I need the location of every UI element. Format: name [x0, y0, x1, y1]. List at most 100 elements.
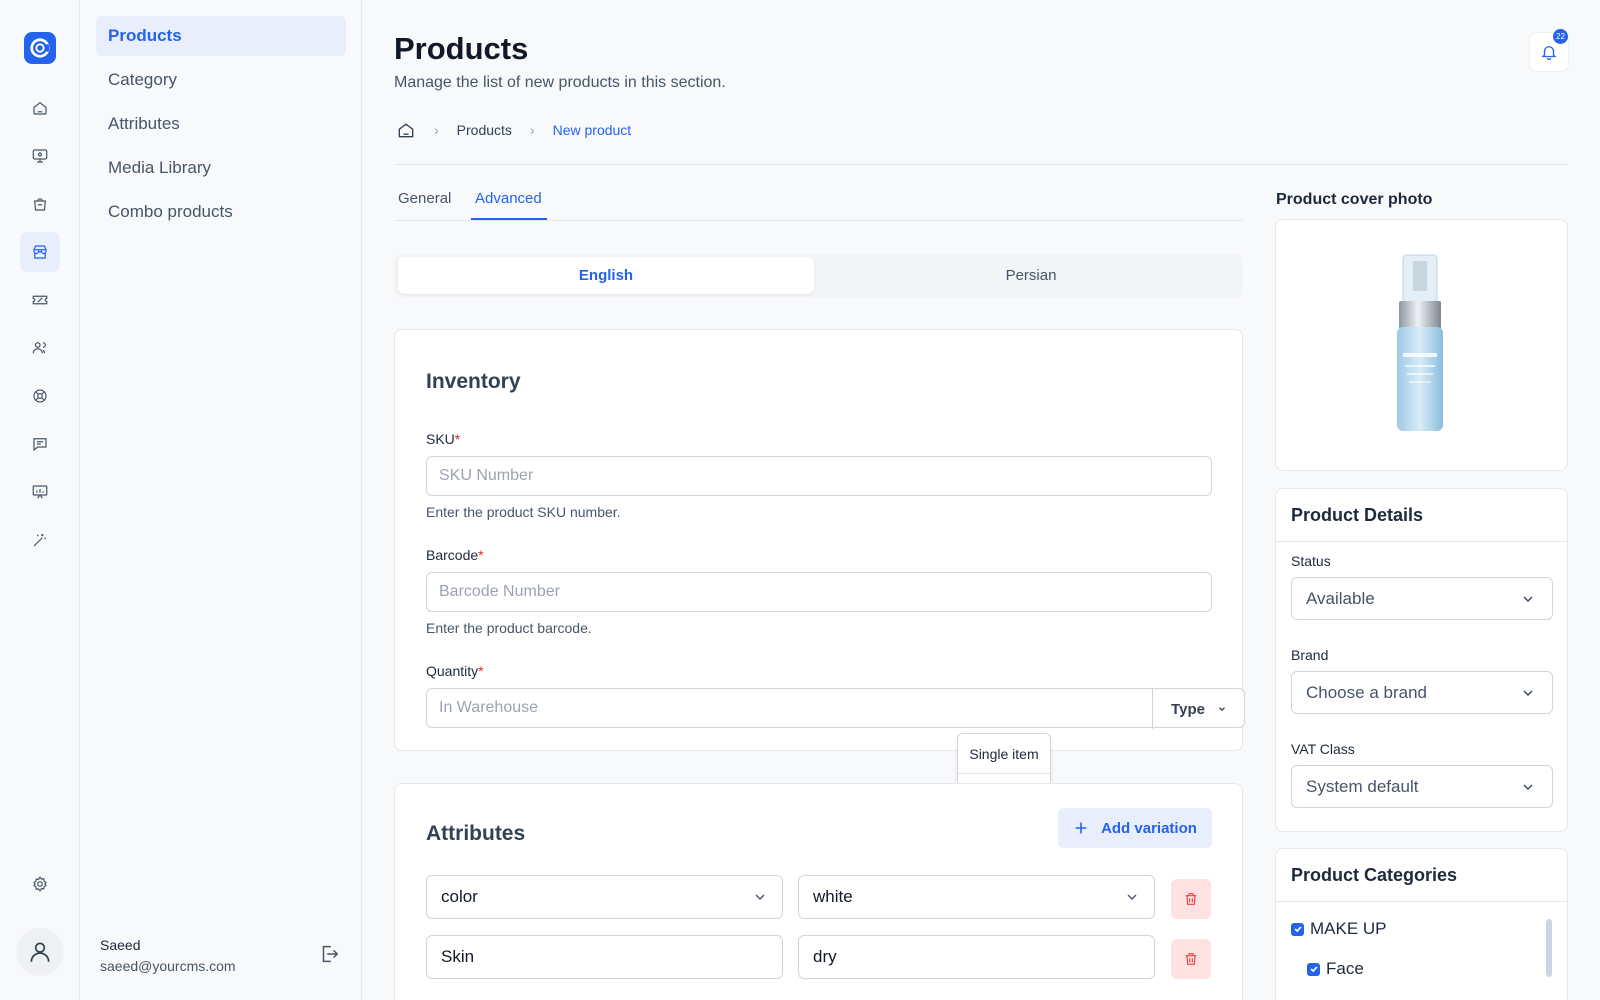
product-photo: [1397, 254, 1443, 431]
category-label: MAKE UP: [1310, 919, 1387, 938]
cover-photo-card[interactable]: [1275, 219, 1568, 471]
user-name: Saeed: [100, 937, 141, 953]
users-icon[interactable]: [20, 328, 60, 368]
vat-class-select[interactable]: System default: [1291, 765, 1553, 808]
product-categories-title: Product Categories: [1276, 849, 1567, 902]
support-icon[interactable]: [20, 376, 60, 416]
quantity-type-select[interactable]: Type: [1152, 689, 1245, 729]
trash-icon: [1185, 953, 1197, 965]
sku-placeholder: SKU Number: [439, 467, 534, 484]
breadcrumb-new-product: New product: [552, 122, 632, 138]
bell-icon: [1541, 46, 1557, 61]
inventory-title: Inventory: [426, 370, 521, 393]
product-details-title: Product Details: [1276, 489, 1567, 542]
language-switcher: English Persian: [394, 254, 1243, 298]
required-marker: *: [478, 663, 484, 679]
chevron-down-icon: [1127, 894, 1137, 900]
home-icon[interactable]: [396, 120, 416, 140]
checkbox-checked-icon[interactable]: [1291, 922, 1304, 936]
vat-class-label: VAT Class: [1291, 741, 1355, 757]
attribute-value-input[interactable]: dry: [798, 935, 1155, 979]
language-persian[interactable]: Persian: [823, 257, 1239, 294]
ticket-icon[interactable]: [20, 280, 60, 320]
sidebar-item-products[interactable]: Products: [96, 16, 346, 56]
notification-count-badge: 22: [1553, 29, 1568, 44]
sku-input[interactable]: SKU Number: [426, 456, 1212, 496]
quantity-label: Quantity*: [426, 663, 484, 679]
trash-icon: [1185, 893, 1197, 905]
dashboard-icon[interactable]: [20, 136, 60, 176]
store-icon[interactable]: [20, 232, 60, 272]
attribute-value-select[interactable]: white: [798, 875, 1155, 919]
quantity-input[interactable]: In Warehouse Type: [426, 688, 1245, 729]
brand-select[interactable]: Choose a brand: [1291, 671, 1553, 714]
status-value: Available: [1306, 588, 1375, 608]
chevron-down-icon: [1523, 784, 1533, 790]
chevron-down-icon: [1219, 707, 1225, 712]
attribute-value-value: dry: [813, 947, 837, 966]
checkbox-checked-icon[interactable]: [1307, 962, 1320, 976]
app-logo[interactable]: [24, 32, 56, 64]
brand-label: Brand: [1291, 647, 1329, 663]
sidebar-item-category[interactable]: Category: [96, 60, 346, 100]
avatar[interactable]: [16, 928, 64, 976]
plus-icon: [1075, 822, 1087, 834]
shopping-bag-icon[interactable]: [20, 184, 60, 224]
breadcrumb-products[interactable]: Products: [457, 122, 512, 138]
chat-icon[interactable]: [20, 424, 60, 464]
category-item[interactable]: MAKE UP: [1291, 919, 1387, 939]
inventory-card: Inventory SKU* SKU Number Enter the prod…: [394, 329, 1245, 751]
chevron-down-icon: [1523, 596, 1533, 602]
category-item[interactable]: Face: [1307, 959, 1364, 979]
sidebar-item-combo-products[interactable]: Combo products: [96, 192, 346, 232]
breadcrumb: › Products › New product: [396, 118, 631, 142]
required-marker: *: [478, 547, 484, 563]
attribute-key-value: color: [441, 887, 478, 906]
icon-rail: [0, 0, 80, 1000]
product-categories-card: Product Categories MAKE UP Face: [1275, 848, 1568, 1000]
chevron-right-icon: ›: [529, 122, 535, 138]
chevron-right-icon: ›: [434, 122, 439, 138]
tab-active-indicator: [471, 218, 547, 220]
sidebar-item-attributes[interactable]: Attributes: [96, 104, 346, 144]
user-email: saeed@yourcms.com: [100, 958, 236, 974]
vat-class-value: System default: [1306, 776, 1419, 796]
page-title: Products: [394, 31, 529, 66]
attribute-key-value: Skin: [441, 947, 475, 966]
barcode-input[interactable]: Barcode Number: [426, 572, 1212, 612]
secondary-sidebar: Products Category Attributes Media Libra…: [80, 0, 362, 1000]
attributes-title: Attributes: [426, 822, 526, 845]
add-variation-label: Add variation: [1101, 819, 1197, 837]
quantity-type-label: Type: [1171, 700, 1205, 718]
status-label: Status: [1291, 553, 1331, 569]
home-icon[interactable]: [20, 88, 60, 128]
attribute-key-select[interactable]: color: [426, 875, 783, 919]
quantity-label-text: Quantity: [426, 663, 479, 679]
sku-label: SKU*: [426, 431, 460, 447]
logout-icon[interactable]: [318, 943, 340, 965]
category-label: Face: [1326, 959, 1364, 978]
delete-attribute-button[interactable]: [1171, 879, 1211, 919]
barcode-label: Barcode*: [426, 547, 484, 563]
brand-value: Choose a brand: [1306, 682, 1427, 702]
tab-advanced[interactable]: Advanced: [475, 190, 542, 207]
sidebar-item-media-library[interactable]: Media Library: [96, 148, 346, 188]
add-variation-button[interactable]: Add variation: [1058, 808, 1212, 848]
magic-wand-icon[interactable]: [20, 520, 60, 560]
quantity-placeholder: In Warehouse: [439, 699, 539, 716]
tab-bar: General Advanced: [394, 186, 1243, 221]
delete-attribute-button[interactable]: [1171, 939, 1211, 979]
scrollbar[interactable]: [1546, 919, 1552, 977]
language-english[interactable]: English: [398, 257, 814, 294]
tab-general[interactable]: General: [398, 190, 451, 207]
status-select[interactable]: Available: [1291, 577, 1553, 620]
barcode-label-text: Barcode: [426, 547, 479, 563]
chevron-down-icon: [755, 894, 765, 900]
page-subtitle: Manage the list of new products in this …: [394, 74, 726, 91]
presentation-icon[interactable]: [20, 472, 60, 512]
menu-item-single-item[interactable]: Single item: [958, 734, 1050, 773]
barcode-help: Enter the product barcode.: [426, 620, 592, 636]
chevron-down-icon: [1523, 690, 1533, 696]
gear-icon[interactable]: [20, 864, 60, 904]
attribute-key-input[interactable]: Skin: [426, 935, 783, 979]
